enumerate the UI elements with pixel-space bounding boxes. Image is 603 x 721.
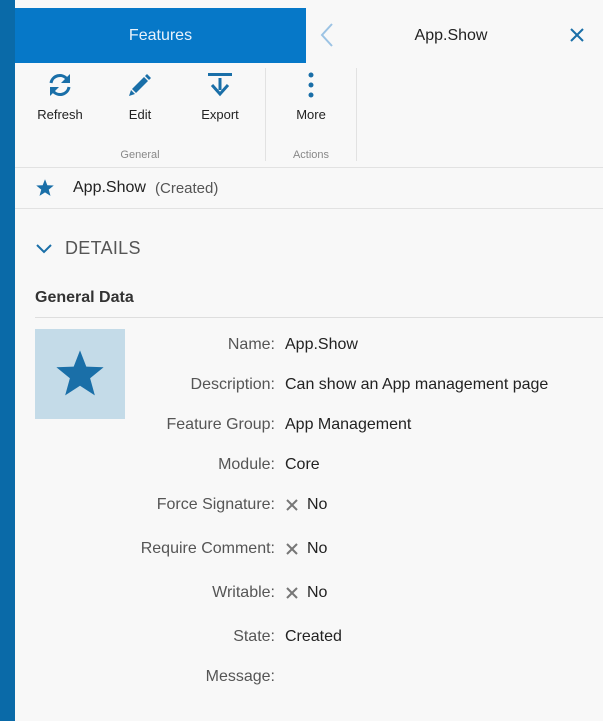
details-section-toggle[interactable]: DETAILS: [35, 238, 141, 259]
chevron-down-icon: [36, 243, 52, 253]
x-icon: [286, 587, 298, 599]
field-value: No: [307, 540, 328, 557]
field-value-wrap: No: [285, 496, 327, 514]
tab-features-label: Features: [128, 26, 193, 44]
field-value: Core: [285, 456, 320, 473]
field-name: Name: App.Show: [125, 336, 603, 360]
refresh-label: Refresh: [37, 107, 83, 122]
ribbon-toolbar: Refresh Edit Export General More Actions: [15, 63, 603, 168]
more-vertical-icon: [308, 72, 314, 98]
left-strip: [0, 0, 15, 721]
field-label: State:: [233, 628, 275, 645]
refresh-button[interactable]: Refresh: [25, 71, 95, 131]
x-icon: [286, 499, 298, 511]
field-label: Description:: [190, 376, 275, 393]
field-feature-group: Feature Group: App Management: [125, 416, 603, 440]
tab-title: App.Show: [414, 26, 488, 44]
field-label: Writable:: [212, 584, 275, 601]
field-value: No: [307, 496, 328, 513]
field-label: Force Signature:: [156, 496, 275, 513]
download-icon: [208, 73, 232, 97]
field-description: Description: Can show an App management …: [125, 376, 603, 400]
general-data-title: General Data: [35, 289, 134, 306]
field-force-signature: Force Signature: No: [125, 496, 603, 520]
more-button[interactable]: More: [276, 71, 346, 131]
field-value: Can show an App management page: [285, 376, 549, 393]
field-label: Name:: [227, 336, 275, 353]
pencil-icon: [129, 74, 151, 96]
more-label: More: [296, 107, 326, 122]
field-writable: Writable: No: [125, 584, 603, 608]
field-label: Module:: [218, 456, 275, 473]
field-value: App.Show: [285, 336, 358, 353]
field-require-comment: Require Comment: No: [125, 540, 603, 564]
field-module: Module: Core: [125, 456, 603, 480]
group-label-general: General: [120, 149, 160, 161]
field-label: Message:: [205, 668, 275, 685]
field-value: Created: [285, 628, 342, 645]
edit-button[interactable]: Edit: [105, 71, 175, 131]
x-icon: [286, 543, 298, 555]
field-label: Feature Group:: [166, 416, 276, 433]
tab-features[interactable]: Features: [15, 8, 306, 63]
field-value-wrap: No: [285, 540, 327, 558]
record-name: App.Show: [73, 179, 146, 196]
tab-app-show[interactable]: App.Show: [306, 8, 603, 63]
star-icon: [36, 179, 54, 196]
edit-label: Edit: [128, 107, 152, 122]
field-value-wrap: No: [285, 584, 327, 602]
refresh-icon: [49, 74, 71, 96]
export-label: Export: [201, 107, 239, 122]
group-label-actions: Actions: [292, 149, 330, 161]
feature-image: [35, 329, 125, 419]
tab-bar: Features App.Show: [15, 8, 603, 63]
ribbon-separator: [265, 68, 266, 161]
record-status: (Created): [155, 180, 219, 197]
details-title: DETAILS: [65, 238, 141, 258]
ribbon-separator: [356, 68, 357, 161]
export-button[interactable]: Export: [185, 71, 255, 131]
star-icon: [56, 350, 104, 396]
record-header: App.Show (Created): [15, 168, 603, 209]
field-value: No: [307, 584, 328, 601]
field-message: Message:: [125, 668, 603, 692]
field-label: Require Comment:: [140, 540, 275, 557]
divider: [35, 317, 603, 318]
field-value: App Management: [285, 416, 412, 433]
field-state: State: Created: [125, 628, 603, 652]
close-icon[interactable]: [567, 25, 587, 45]
